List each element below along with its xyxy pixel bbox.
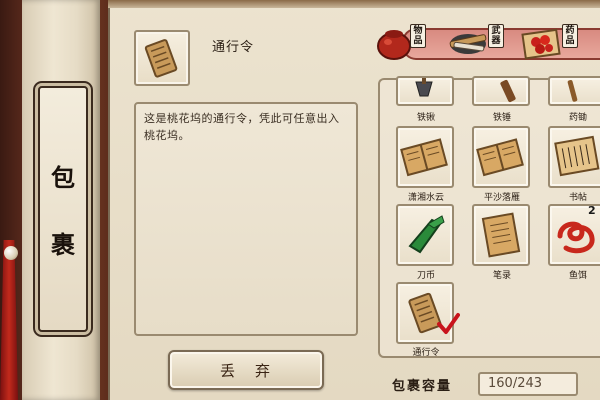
inventory-slot-xiaoxiang[interactable]: [396, 126, 454, 188]
capacity-label: 包裹容量: [392, 379, 453, 394]
shovel-icon: [415, 78, 433, 97]
discard-label-char-1: 丢: [219, 361, 237, 380]
inventory-title-plaque: 包 裹: [38, 86, 88, 332]
inventory-slot-pingsha[interactable]: [472, 126, 530, 188]
fruit-plate-icon: [521, 28, 561, 60]
slot-label-daobi: 刀币: [416, 271, 435, 281]
inventory-slot-daobi[interactable]: [396, 204, 454, 266]
inventory-slot-shovel[interactable]: [396, 76, 454, 106]
item-description: 这是桃花坞的通行令，凭此可任意出入桃花坞。: [134, 102, 358, 336]
bead-decoration: [4, 246, 18, 260]
book-icon: [476, 138, 524, 177]
slot-label-xiaoxiang: 潇湘水云: [407, 193, 444, 203]
knife-coin-icon: [408, 215, 445, 254]
scroll-icon: [554, 135, 600, 177]
tab-weapons-badge: 武 器: [488, 24, 504, 48]
selected-item-icon-box: [134, 30, 190, 86]
panel-top-border: [108, 0, 600, 8]
hammer-icon: [500, 79, 516, 103]
paper-icon: [481, 212, 521, 258]
capacity-value: 160/243: [478, 372, 578, 396]
tab-items-badge-text: 物 品: [413, 26, 423, 46]
slot-label-bilu: 笔录: [492, 271, 511, 281]
hoe-icon: [567, 80, 578, 102]
tab-weapons[interactable]: 武 器: [446, 18, 504, 66]
slot-label-pingsha: 平沙落雁: [483, 193, 520, 203]
inventory-slot-shutie[interactable]: [548, 126, 600, 188]
slot-label-hoe: 药锄: [568, 113, 587, 123]
discard-label-char-2: 弃: [255, 361, 273, 380]
slot-label-yuer: 鱼饵: [568, 271, 587, 281]
tab-weapons-badge-text: 武 器: [491, 26, 501, 46]
inventory-slot-bilu[interactable]: [472, 204, 530, 266]
title-char-1: 包: [51, 163, 75, 192]
inventory-slot-hoe[interactable]: [548, 76, 600, 106]
slot-label-tongxingling: 通行令: [412, 348, 440, 358]
selected-item-name: 通行令: [212, 40, 255, 55]
tab-medicine[interactable]: 药 品: [520, 18, 578, 66]
discard-button[interactable]: 丢 弃: [168, 350, 324, 390]
book-icon: [400, 138, 448, 177]
title-char-2: 裹: [51, 230, 75, 259]
weapon-bundle-icon: [449, 34, 487, 54]
tab-items-badge: 物 品: [410, 24, 426, 48]
tab-medicine-badge: 药 品: [562, 24, 578, 48]
bait-count: 2: [588, 204, 596, 217]
tab-medicine-badge-text: 药 品: [565, 26, 575, 46]
slot-label-shovel: 铁锹: [416, 113, 435, 123]
pass-token-icon: [144, 39, 178, 78]
slot-label-shutie: 书帖: [568, 193, 587, 203]
category-tab-strip: 物 品 武 器 药 品: [372, 18, 600, 66]
inventory-slot-hammer[interactable]: [472, 76, 530, 106]
tab-items[interactable]: 物 品: [372, 18, 426, 66]
selected-check-icon: [437, 313, 460, 334]
slot-label-hammer: 铁锤: [492, 113, 511, 123]
